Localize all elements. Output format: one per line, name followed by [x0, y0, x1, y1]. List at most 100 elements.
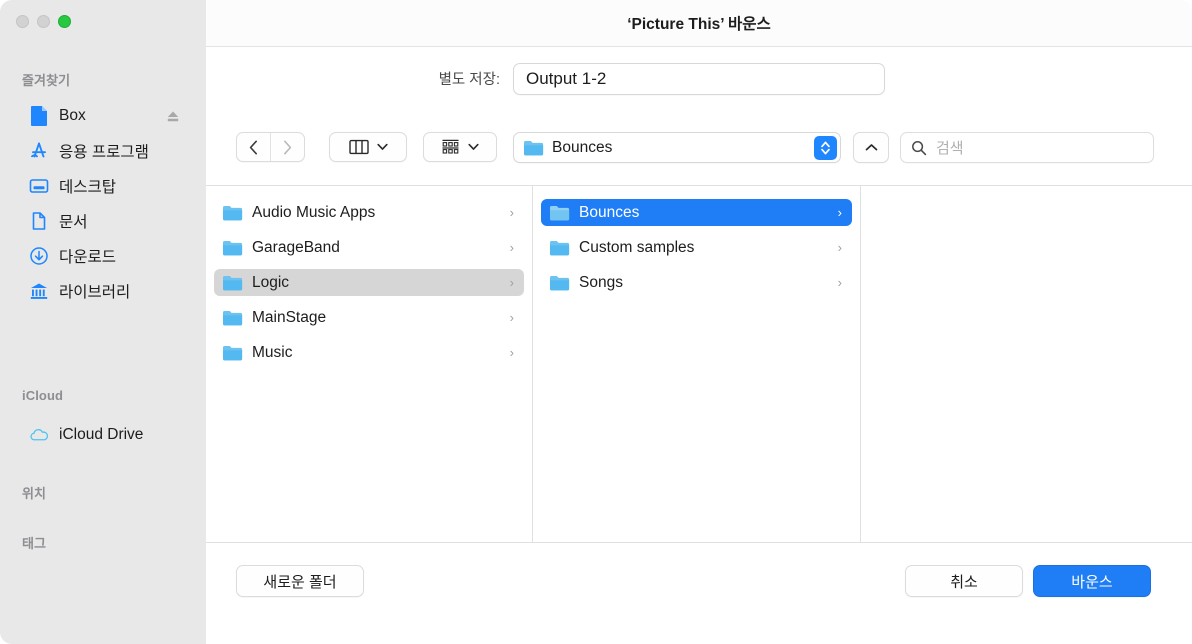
bounce-label: 바운스: [1071, 573, 1113, 591]
cancel-label: 취소: [950, 573, 978, 591]
sidebar-header-tags: 태그: [22, 536, 47, 551]
list-item[interactable]: GarageBand ›: [214, 234, 524, 261]
disclosure-button[interactable]: [853, 132, 889, 163]
folder-icon: [223, 346, 243, 361]
sidebar-item-documents[interactable]: 문서: [14, 207, 192, 235]
filename-input[interactable]: Output 1-2: [513, 63, 885, 95]
filename-value: Output 1-2: [526, 69, 607, 88]
applications-icon: [28, 140, 50, 162]
sidebar-item-label: 문서: [59, 214, 88, 231]
traffic-lights: [16, 15, 71, 28]
chevron-right-icon: ›: [837, 240, 842, 255]
folder-icon: [550, 241, 570, 256]
page-title: ‘Picture This’ 바운스: [627, 16, 771, 33]
chevron-right-icon: ›: [837, 205, 842, 220]
chevron-right-icon: ›: [509, 240, 514, 255]
column-browser: Audio Music Apps › GarageBand › Logic › …: [206, 185, 1192, 543]
list-item-label: Songs: [579, 273, 623, 291]
browser-column-2[interactable]: Bounces › Custom samples › Songs ›: [533, 186, 861, 542]
path-popup-button[interactable]: Bounces: [513, 132, 841, 163]
folder-icon: [223, 241, 243, 256]
cancel-button[interactable]: 취소: [905, 565, 1023, 597]
icloud-icon: [28, 424, 50, 446]
grid-arrange-icon: [442, 139, 459, 154]
list-item-selected[interactable]: Bounces ›: [541, 199, 852, 226]
forward-button[interactable]: [271, 133, 304, 161]
save-as-row: 별도 저장: Output 1-2: [206, 47, 1192, 109]
title-bar: ‘Picture This’ 바운스: [206, 0, 1192, 47]
browser-column-1[interactable]: Audio Music Apps › GarageBand › Logic › …: [206, 186, 533, 542]
chevron-right-icon: ›: [509, 345, 514, 360]
list-item[interactable]: Songs ›: [541, 269, 852, 296]
list-item-label: MainStage: [252, 308, 327, 326]
zoom-button[interactable]: [58, 15, 71, 28]
list-item[interactable]: MainStage ›: [214, 304, 524, 331]
folder-icon: [223, 206, 243, 221]
sidebar-header-locations: 위치: [22, 486, 47, 501]
sidebar-item-label: 라이브러리: [59, 284, 131, 301]
desktop-icon: [28, 175, 50, 197]
sidebar-item-desktop[interactable]: 데스크탑: [14, 172, 192, 200]
save-as-label: 별도 저장:: [438, 71, 500, 88]
search-input[interactable]: 검색: [900, 132, 1154, 163]
library-icon: [28, 280, 50, 302]
folder-icon: [223, 276, 243, 291]
arrange-button[interactable]: [423, 132, 497, 162]
search-placeholder: 검색: [936, 140, 964, 157]
sidebar-item-label: 데스크탑: [59, 179, 117, 196]
chevron-down-icon: [468, 143, 479, 150]
back-button[interactable]: [237, 133, 270, 161]
chevron-right-icon: ›: [509, 275, 514, 290]
list-item-label: Bounces: [579, 203, 640, 221]
eject-icon[interactable]: [166, 109, 180, 123]
navigation-buttons: [236, 132, 305, 162]
chevron-left-icon: [249, 140, 257, 154]
chevron-right-icon: ›: [509, 310, 514, 325]
browser-column-3[interactable]: [861, 186, 1192, 542]
minimize-button[interactable]: [37, 15, 50, 28]
downloads-icon: [28, 245, 50, 267]
sidebar-item-label: 다운로드: [59, 249, 117, 266]
sidebar-item-icloud-drive[interactable]: iCloud Drive: [14, 421, 192, 449]
document-blue-icon: [28, 105, 50, 127]
search-icon: [912, 140, 927, 155]
list-item[interactable]: Audio Music Apps ›: [214, 199, 524, 226]
sidebar-item-library[interactable]: 라이브러리: [14, 277, 192, 305]
sidebar-header-favorites: 즐겨찾기: [22, 73, 71, 88]
list-item-label: Custom samples: [579, 238, 695, 256]
save-dialog-window: 즐겨찾기 Box 응용 프로그램 데스크탑 문서 다운로드 라이브러리 iClo…: [0, 0, 1192, 644]
list-item-label: Music: [252, 343, 293, 361]
folder-icon: [223, 311, 243, 326]
sidebar-item-label: Box: [59, 107, 86, 124]
new-folder-button[interactable]: 새로운 폴더: [236, 565, 364, 597]
updown-stepper-icon[interactable]: [814, 135, 837, 160]
sidebar-item-applications[interactable]: 응용 프로그램: [14, 137, 192, 165]
chevron-right-icon: ›: [837, 275, 842, 290]
folder-icon: [524, 141, 544, 156]
sidebar-header-icloud: iCloud: [22, 388, 64, 403]
close-button[interactable]: [16, 15, 29, 28]
documents-icon: [28, 210, 50, 232]
main-panel: ‘Picture This’ 바운스 별도 저장: Output 1-2 Bou…: [206, 0, 1192, 644]
path-label: Bounces: [552, 138, 613, 156]
chevron-right-icon: ›: [509, 205, 514, 220]
list-item-selected[interactable]: Logic ›: [214, 269, 524, 296]
chevron-down-icon: [376, 143, 388, 150]
sidebar-item-downloads[interactable]: 다운로드: [14, 242, 192, 270]
footer-bar: 새로운 폴더 취소 바운스: [206, 543, 1192, 644]
list-item-label: Audio Music Apps: [252, 203, 376, 221]
list-item-label: GarageBand: [252, 238, 340, 256]
column-view-icon: [348, 139, 369, 155]
new-folder-label: 새로운 폴더: [263, 573, 337, 591]
sidebar: 즐겨찾기 Box 응용 프로그램 데스크탑 문서 다운로드 라이브러리 iClo…: [0, 0, 206, 644]
list-item[interactable]: Custom samples ›: [541, 234, 852, 261]
sidebar-item-label: 응용 프로그램: [59, 144, 149, 161]
chevron-up-icon: [865, 144, 877, 151]
list-item-label: Logic: [252, 273, 290, 291]
toolbar: Bounces 검색: [206, 109, 1192, 185]
bounce-button[interactable]: 바운스: [1033, 565, 1151, 597]
view-mode-button[interactable]: [329, 132, 407, 162]
sidebar-item-box[interactable]: Box: [14, 102, 192, 130]
list-item[interactable]: Music ›: [214, 339, 524, 366]
chevron-right-icon: [283, 140, 292, 154]
